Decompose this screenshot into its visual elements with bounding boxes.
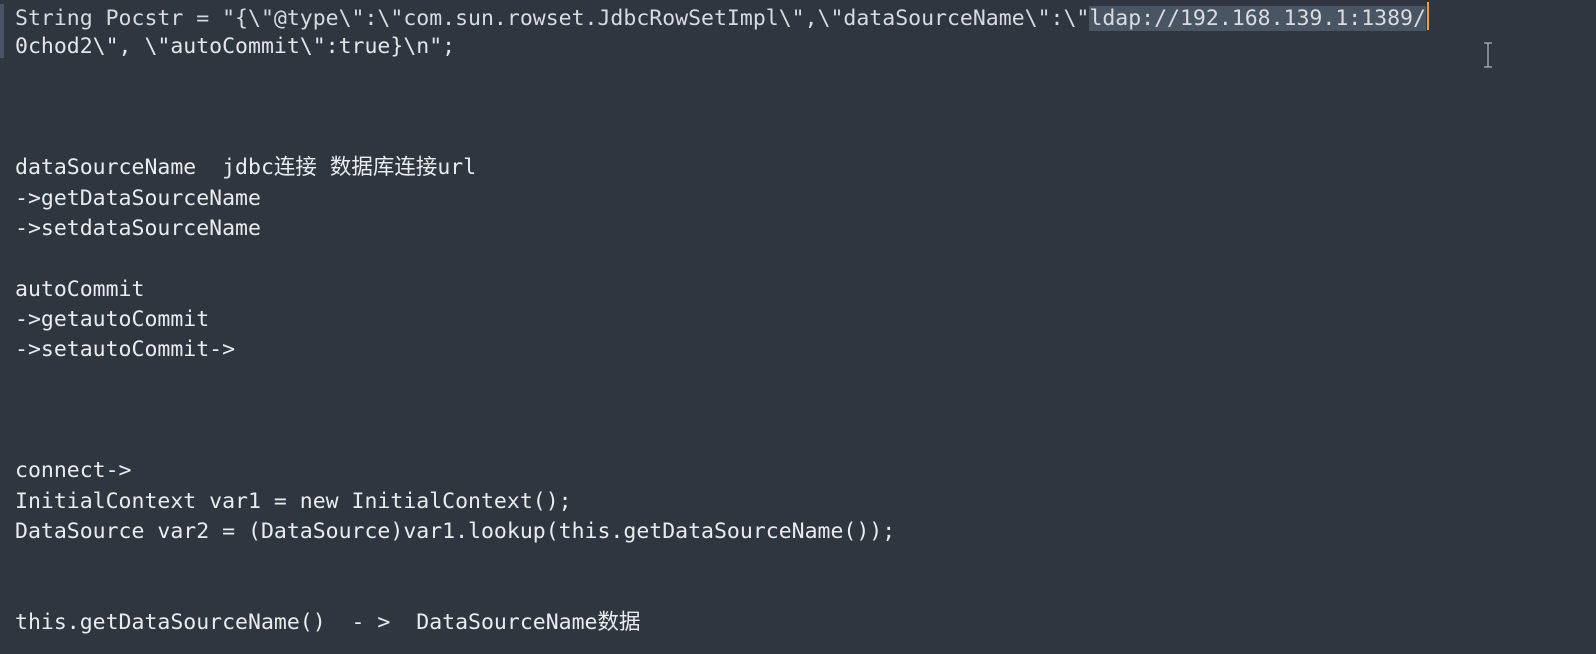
editor-line-1[interactable]: String Pocstr = "{\"@type\":\"com.sun.ro… bbox=[15, 2, 1596, 32]
editor-line-6[interactable]: dataSourceName jdbc连接 数据库连接url bbox=[15, 153, 1596, 183]
editor-line-11[interactable]: ->getautoCommit bbox=[15, 305, 1596, 335]
editor-line-18[interactable]: DataSource var2 = (DataSource)var1.looku… bbox=[15, 517, 1596, 547]
editor-line-21[interactable]: this.getDataSourceName() - > DataSourceN… bbox=[15, 608, 1596, 638]
editor-content[interactable]: String Pocstr = "{\"@type\":\"com.sun.ro… bbox=[15, 2, 1596, 638]
editor-line-14[interactable] bbox=[15, 396, 1596, 426]
current-line-gutter-marker bbox=[0, 4, 4, 58]
editor-line-19[interactable] bbox=[15, 547, 1596, 577]
text-editor[interactable]: String Pocstr = "{\"@type\":\"com.sun.ro… bbox=[0, 0, 1596, 654]
editor-line-8[interactable]: ->setdataSourceName bbox=[15, 214, 1596, 244]
editor-line-3[interactable] bbox=[15, 63, 1596, 93]
editor-line-17[interactable]: InitialContext var1 = new InitialContext… bbox=[15, 487, 1596, 517]
selected-text[interactable]: ldap://192.168.139.1:1389/ bbox=[1089, 6, 1426, 31]
editor-line-13[interactable] bbox=[15, 366, 1596, 396]
editor-line-2[interactable]: 0chod2\", \"autoCommit\":true}\n"; bbox=[15, 32, 1596, 62]
editor-line-12[interactable]: ->setautoCommit-> bbox=[15, 335, 1596, 365]
editor-line-4[interactable] bbox=[15, 93, 1596, 123]
editor-line-7[interactable]: ->getDataSourceName bbox=[15, 184, 1596, 214]
editor-line-20[interactable] bbox=[15, 578, 1596, 608]
editor-line-10[interactable]: autoCommit bbox=[15, 275, 1596, 305]
editor-line-5[interactable] bbox=[15, 123, 1596, 153]
text-caret bbox=[1426, 2, 1429, 30]
editor-line-9[interactable] bbox=[15, 244, 1596, 274]
editor-line-15[interactable] bbox=[15, 426, 1596, 456]
editor-line-16[interactable]: connect-> bbox=[15, 456, 1596, 486]
line-1-text: String Pocstr = "{\"@type\":\"com.sun.ro… bbox=[15, 6, 1090, 31]
text-cursor-ibeam-icon bbox=[1484, 42, 1492, 68]
